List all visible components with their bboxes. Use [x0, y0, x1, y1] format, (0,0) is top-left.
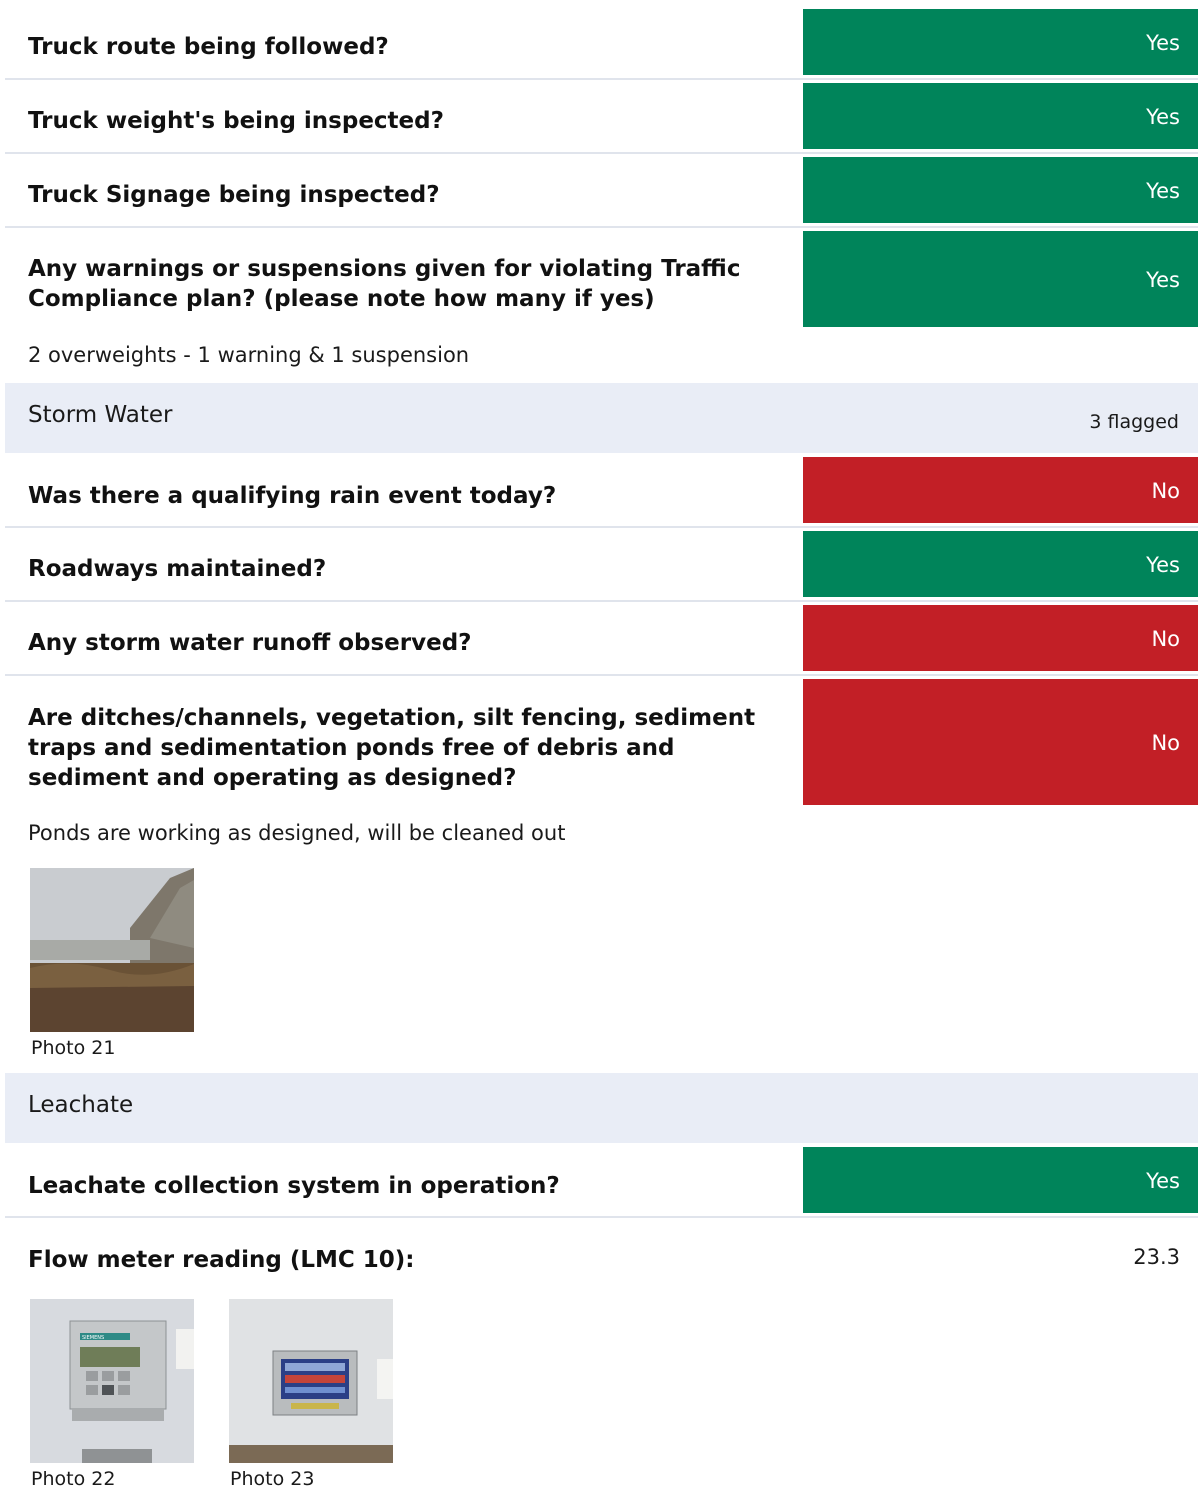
photo-caption: Photo 23: [230, 1468, 315, 1490]
answer-runoff[interactable]: No: [803, 605, 1198, 671]
flagged-count-badge: 3 flagged: [1089, 411, 1179, 433]
answer-roadways[interactable]: Yes: [803, 531, 1198, 597]
answer-rain-event[interactable]: No: [803, 457, 1198, 523]
row-divider: [5, 1216, 1198, 1218]
question-runoff: Any storm water runoff observed?: [28, 630, 472, 656]
answer-label: Yes: [1146, 105, 1180, 129]
answer-label: Yes: [1146, 553, 1180, 577]
row-divider: [5, 226, 1198, 228]
answer-truck-route[interactable]: Yes: [803, 9, 1198, 75]
flow-meter-value: 23.3: [1133, 1245, 1180, 1269]
section-header-leachate: [5, 1073, 1198, 1143]
answer-label: No: [1151, 479, 1180, 503]
question-traffic-warnings: Any warnings or suspensions given for vi…: [28, 256, 741, 312]
photo-thumbnail[interactable]: [30, 868, 194, 1032]
question-truck-weight: Truck weight's being inspected?: [28, 108, 444, 134]
answer-label: Yes: [1146, 268, 1180, 292]
section-header-storm-water: [5, 383, 1198, 453]
row-divider: [5, 78, 1198, 80]
note-traffic-warnings: 2 overweights - 1 warning & 1 suspension: [28, 343, 470, 367]
answer-label: No: [1151, 731, 1180, 755]
question-truck-route: Truck route being followed?: [28, 34, 389, 60]
answer-label: Yes: [1146, 31, 1180, 55]
photo-thumbnail[interactable]: [229, 1299, 393, 1463]
question-ditches: Are ditches/channels, vegetation, silt f…: [28, 705, 756, 791]
answer-leachate-system[interactable]: Yes: [803, 1147, 1198, 1213]
section-title: Storm Water: [28, 402, 173, 428]
answer-label: Yes: [1146, 179, 1180, 203]
answer-truck-signage[interactable]: Yes: [803, 157, 1198, 223]
question-rain-event: Was there a qualifying rain event today?: [28, 483, 557, 509]
photo-caption: Photo 21: [31, 1037, 116, 1059]
question-truck-signage: Truck Signage being inspected?: [28, 182, 440, 208]
row-divider: [5, 674, 1198, 676]
answer-truck-weight[interactable]: Yes: [803, 83, 1198, 149]
flow-meter-photo-icon: [229, 1299, 393, 1463]
photo-caption: Photo 22: [31, 1468, 116, 1490]
question-roadways: Roadways maintained?: [28, 556, 327, 582]
section-title: Leachate: [28, 1092, 134, 1118]
landscape-photo-icon: [30, 868, 194, 1032]
row-divider: [5, 600, 1198, 602]
answer-traffic-warnings[interactable]: Yes: [803, 231, 1198, 327]
row-divider: [5, 152, 1198, 154]
photo-thumbnail[interactable]: SIEMENS: [30, 1299, 194, 1463]
answer-label: No: [1151, 627, 1180, 651]
row-divider: [5, 526, 1198, 528]
brand-text: SIEMENS: [82, 1335, 104, 1341]
answer-label: Yes: [1146, 1169, 1180, 1193]
note-ditches: Ponds are working as designed, will be c…: [28, 821, 566, 845]
meter-panel-photo-icon: SIEMENS: [30, 1299, 194, 1463]
answer-ditches[interactable]: No: [803, 679, 1198, 805]
question-leachate-system: Leachate collection system in operation?: [28, 1173, 560, 1199]
question-flow-meter: Flow meter reading (LMC 10):: [28, 1247, 415, 1273]
